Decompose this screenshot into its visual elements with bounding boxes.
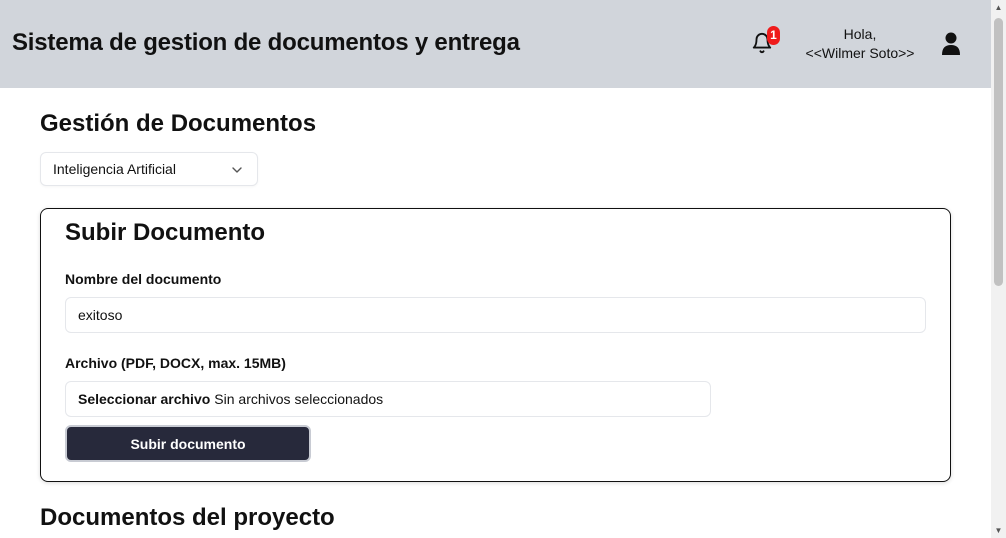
user-greeting: Hola, <<Wilmer Soto>>: [790, 25, 930, 63]
app-title: Sistema de gestion de documentos y entre…: [12, 29, 520, 56]
chevron-down-icon: [232, 167, 242, 173]
scroll-up-arrow-icon[interactable]: ▲: [991, 0, 1006, 15]
upload-card-title: Subir Documento: [65, 219, 266, 246]
top-header: Sistema de gestion de documentos y entre…: [0, 0, 991, 88]
upload-document-button[interactable]: Subir documento: [65, 425, 311, 462]
select-file-button[interactable]: Seleccionar archivo: [78, 391, 210, 407]
project-documents-heading: Documentos del proyecto: [40, 504, 335, 531]
document-name-label: Nombre del documento: [65, 271, 222, 287]
file-label: Archivo (PDF, DOCX, max. 15MB): [65, 355, 286, 371]
scroll-down-arrow-icon[interactable]: ▼: [991, 523, 1006, 538]
page-title: Gestión de Documentos: [40, 110, 317, 137]
greeting-line: Hola,: [843, 26, 877, 42]
document-name-input[interactable]: [65, 297, 926, 333]
upload-document-card: Subir Documento Nombre del documento Arc…: [40, 208, 951, 482]
user-name: <<Wilmer Soto>>: [805, 45, 915, 61]
project-select[interactable]: Inteligencia Artificial: [40, 152, 258, 186]
user-icon: [942, 32, 960, 55]
user-menu-button[interactable]: [940, 31, 962, 57]
vertical-scrollbar[interactable]: ▲ ▼: [991, 0, 1006, 538]
file-input[interactable]: Seleccionar archivo Sin archivos selecci…: [65, 381, 711, 417]
project-select-value: Inteligencia Artificial: [53, 161, 176, 177]
notification-badge: 1: [767, 26, 780, 45]
file-status: Sin archivos seleccionados: [214, 391, 384, 407]
scroll-thumb[interactable]: [994, 18, 1003, 286]
